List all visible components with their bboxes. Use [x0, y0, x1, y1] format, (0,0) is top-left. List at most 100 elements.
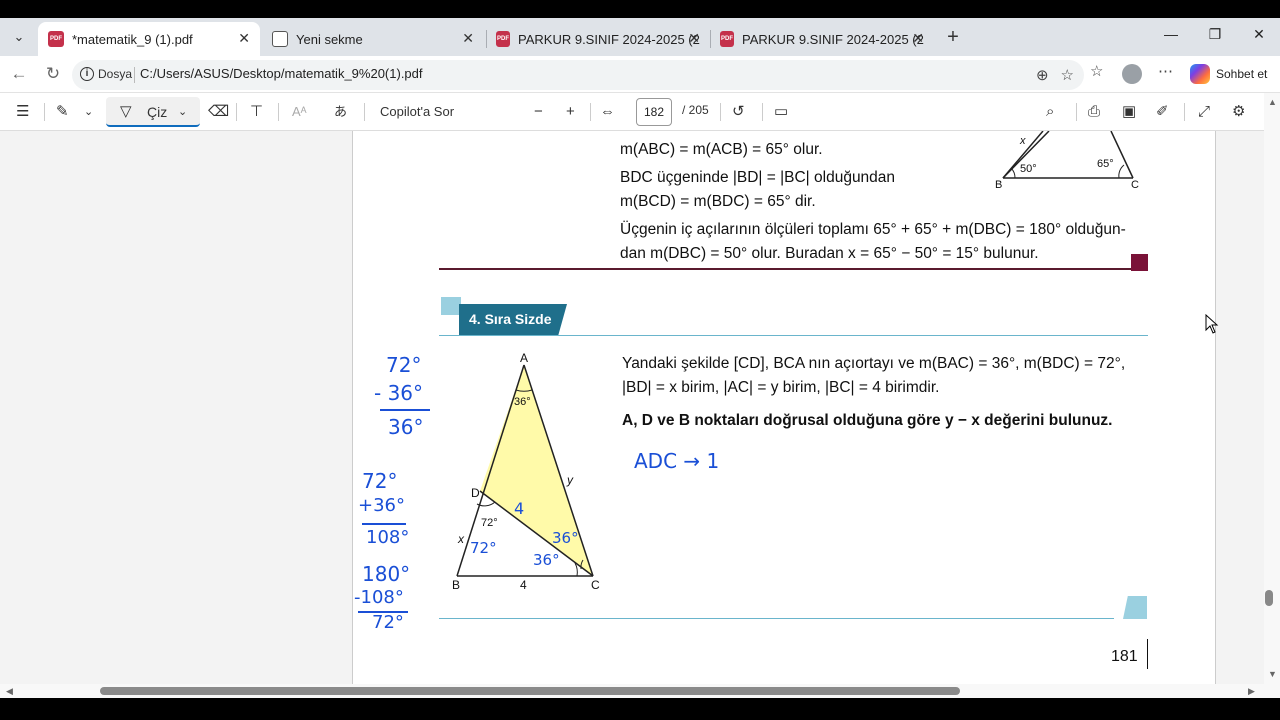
tab-label: PARKUR 9.SINIF 2024-2025 (2).pdf — [518, 31, 700, 47]
zoom-in-icon[interactable]: + — [566, 102, 575, 122]
top-fig-label-B: B — [995, 179, 1003, 191]
new-tab-plus-icon[interactable]: + — [942, 26, 964, 49]
figure-angle-D: 72° — [481, 517, 498, 529]
tab-matematik[interactable]: PDF *matematik_9 (1).pdf ✕ — [38, 22, 260, 56]
scroll-right-icon[interactable]: ▶ — [1248, 686, 1255, 697]
close-icon[interactable]: ✕ — [912, 30, 924, 47]
divider-square — [1131, 254, 1148, 271]
save-icon[interactable]: ▣ — [1122, 102, 1136, 122]
draw-dropdown-chevron-icon[interactable]: ⌄ — [178, 102, 187, 122]
more-menu-icon[interactable]: ⋯ — [1158, 62, 1173, 80]
pdf-toolbar: ☰ ✎ ⌄ ▽ Çiz ⌄ ⌫ ⊤ Aᴬ あ Copilot'a Sor − +… — [0, 93, 1280, 131]
profile-avatar[interactable] — [1122, 64, 1142, 84]
tab-new[interactable]: Yeni sekme ✕ — [262, 22, 484, 56]
scroll-left-icon[interactable]: ◀ — [6, 686, 13, 697]
section-underline — [439, 335, 1148, 336]
toolbar-divider — [236, 103, 237, 121]
close-icon[interactable]: ✕ — [238, 30, 250, 47]
scroll-up-icon[interactable]: ▲ — [1268, 97, 1277, 107]
figure-label-A: A — [520, 351, 529, 365]
scroll-down-icon[interactable]: ▼ — [1268, 669, 1277, 679]
tab-parkur-2[interactable]: PDF PARKUR 9.SINIF 2024-2025 (2).pdf ✕ — [710, 22, 934, 56]
toolbar-divider — [590, 103, 591, 121]
url-field[interactable]: i Dosya C:/Users/ASUS/Desktop/matematik_… — [72, 60, 1084, 90]
close-icon[interactable]: ✕ — [688, 30, 700, 47]
text-format-icon[interactable]: Aᴬ — [292, 102, 307, 122]
ink-question-note: ADC → 1 — [634, 449, 720, 473]
page-view-icon[interactable]: ▭ — [774, 102, 788, 122]
toolbar-divider — [762, 103, 763, 121]
close-icon[interactable]: ✕ — [462, 30, 474, 47]
ink-underline — [380, 409, 430, 411]
question-line-3: A, D ve B noktaları doğrusal olduğuna gö… — [622, 412, 1113, 429]
search-icon[interactable]: ⌕ — [1046, 102, 1054, 122]
minimize-icon[interactable]: — — [1156, 26, 1186, 42]
toolbar-divider — [720, 103, 721, 121]
section-divider — [439, 268, 1132, 270]
restore-icon[interactable]: ❐ — [1200, 26, 1230, 43]
ink-left-7: 180° — [362, 562, 411, 586]
section-marker — [441, 297, 461, 315]
page-icon — [272, 31, 288, 47]
tab-actions-chevron-icon[interactable]: ⌄ — [8, 26, 30, 48]
ink-underline — [362, 523, 406, 525]
settings-gear-icon[interactable]: ⚙ — [1232, 102, 1245, 122]
tab-label: PARKUR 9.SINIF 2024-2025 (2).pdf — [742, 31, 924, 47]
tab-label: *matematik_9 (1).pdf — [72, 31, 193, 47]
contents-list-icon[interactable]: ☰ — [16, 102, 29, 122]
ink-left-8: -108° — [354, 587, 404, 608]
info-icon[interactable]: i — [80, 67, 94, 81]
read-aloud-icon[interactable]: あ — [334, 102, 347, 122]
zoom-icon[interactable]: ⊕ — [1036, 66, 1049, 84]
page-number-bar — [1147, 639, 1148, 669]
figure-label-y: y — [567, 473, 573, 487]
draw-label[interactable]: Çiz — [147, 102, 167, 122]
fullscreen-icon[interactable]: ⤢ — [1198, 102, 1210, 122]
window-close-icon[interactable]: ✕ — [1244, 26, 1274, 43]
tab-parkur-1[interactable]: PDF PARKUR 9.SINIF 2024-2025 (2).pdf ✕ — [486, 22, 710, 56]
copilot-chat-button[interactable]: Sohbet et — [1186, 60, 1275, 88]
ink-fig-1: 72° — [470, 539, 497, 557]
zoom-out-icon[interactable]: − — [534, 102, 543, 122]
favorite-star-icon[interactable]: ☆ — [1061, 66, 1074, 84]
pdf-page: m(ABC) = m(ACB) = 65° olur. BDC üçgenind… — [352, 131, 1216, 684]
url-scheme: Dosya — [98, 67, 133, 81]
rotate-icon[interactable]: ↺ — [732, 102, 745, 122]
url-text[interactable]: C:/Users/ASUS/Desktop/matematik_9%20(1).… — [140, 66, 423, 81]
top-fig-angle-65: 65° — [1097, 158, 1114, 170]
toolbar-divider — [364, 103, 365, 121]
ink-left-2: - 36° — [374, 381, 424, 405]
top-triangle-figure — [1002, 131, 1134, 179]
figure-label-D: D — [471, 486, 480, 500]
highlight-dropdown-chevron-icon[interactable]: ⌄ — [84, 102, 93, 122]
print-icon[interactable]: ⎙ — [1088, 102, 1100, 122]
figure-label-C: C — [591, 578, 600, 592]
top-fig-x-label: x — [1020, 135, 1026, 147]
eraser-icon[interactable]: ⌫ — [208, 102, 229, 122]
page-number: 181 — [1111, 648, 1138, 665]
highlight-icon[interactable]: ✎ — [56, 102, 69, 122]
question-line-2: |BD| = x birim, |AC| = y birim, |BC| = 4… — [622, 379, 940, 396]
pdf-icon: PDF — [496, 31, 511, 47]
text-box-icon[interactable]: ⊤ — [250, 102, 263, 122]
vertical-scroll-thumb[interactable] — [1265, 590, 1273, 606]
page-corner-marker — [1123, 596, 1147, 619]
screen-bottom-border — [0, 698, 1280, 720]
figure-angle-A: 36° — [514, 396, 531, 408]
horizontal-scroll-thumb[interactable] — [100, 687, 960, 695]
toolbar-divider — [278, 103, 279, 121]
refresh-icon[interactable]: ↻ — [42, 64, 64, 84]
ink-fig-2: 36° — [533, 551, 560, 569]
draw-pen-icon[interactable]: ▽ — [120, 102, 132, 122]
favorites-icon[interactable]: ☆ — [1090, 62, 1103, 80]
save-as-icon[interactable]: ✐ — [1156, 102, 1169, 122]
pdf-viewer[interactable]: m(ABC) = m(ACB) = 65° olur. BDC üçgenind… — [0, 131, 1264, 684]
back-arrow-icon[interactable]: ← — [8, 64, 30, 84]
ink-fig-3: 36° — [552, 529, 579, 547]
copilot-ask-button[interactable]: Copilot'a Sor — [380, 102, 454, 122]
screen-top-border — [0, 0, 1280, 18]
tab-bar: ⌄ PDF *matematik_9 (1).pdf ✕ Yeni sekme … — [0, 18, 1280, 56]
pdf-icon: PDF — [720, 31, 735, 47]
page-number-input[interactable]: 182 — [636, 98, 672, 126]
fit-width-icon[interactable]: ⇔ — [600, 102, 615, 122]
